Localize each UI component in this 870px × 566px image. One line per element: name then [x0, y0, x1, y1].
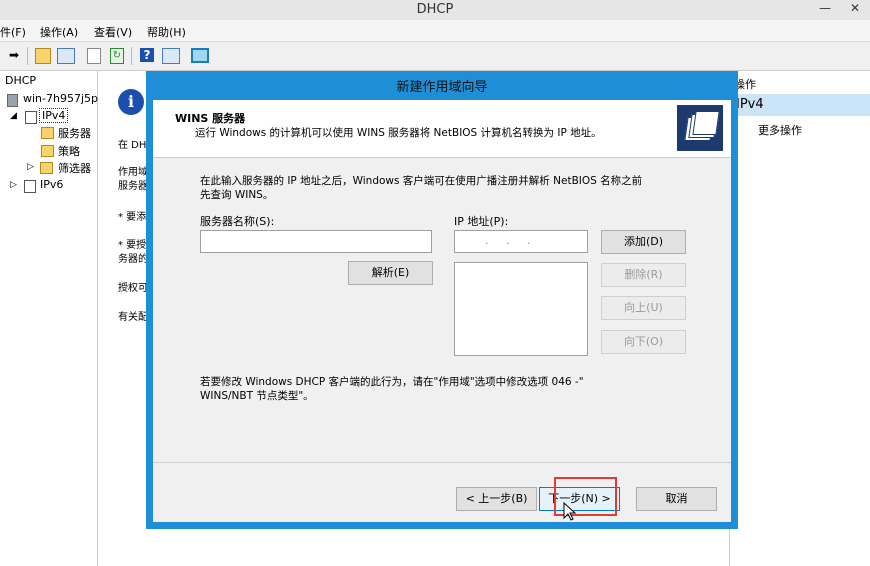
toolbar: ➡ ↻ ? — [0, 42, 870, 71]
wizard-folders-icon — [677, 105, 723, 151]
filters-icon — [40, 162, 53, 174]
ip-address-label: IP 地址(P): — [454, 215, 509, 228]
content-line: 授权可 — [118, 283, 148, 294]
ipv4-icon — [25, 111, 37, 124]
tree-ipv6[interactable]: IPv6 — [40, 178, 63, 191]
note-line2: WINS/NBT 节点类型"。 — [200, 390, 314, 402]
toolbar-divider — [27, 47, 28, 65]
move-up-button[interactable]: 向上(U) — [601, 296, 686, 320]
instruction-line2: 先查询 WINS。 — [200, 189, 274, 201]
menu-file[interactable]: 件(F) — [0, 24, 26, 40]
up-folder-icon[interactable] — [35, 48, 51, 64]
ipv6-icon — [24, 180, 36, 193]
policies-icon — [41, 145, 54, 157]
section-title: WINS 服务器 — [175, 112, 246, 125]
note-line1: 若要修改 Windows DHCP 客户端的此行为，请在"作用域"选项中修改选项… — [200, 376, 584, 388]
tree-filters[interactable]: 筛选器 — [58, 160, 91, 176]
remove-button[interactable]: 删除(R) — [601, 263, 686, 287]
menu-action[interactable]: 操作(A) — [40, 24, 78, 40]
more-actions-link[interactable]: 更多操作 — [758, 122, 802, 138]
toolbar-divider — [131, 47, 132, 65]
server-icon — [7, 94, 18, 107]
forward-arrow-icon[interactable]: ➡ — [5, 46, 23, 64]
actions-pane: 操作 IPv4 更多操作 — [729, 71, 870, 566]
minimize-button[interactable]: — — [810, 0, 840, 18]
close-button[interactable]: ✕ — [840, 0, 870, 18]
actions-selected-label: IPv4 — [736, 97, 764, 112]
ip-address-input[interactable]: . . . — [454, 230, 588, 253]
mouse-cursor-icon — [563, 502, 577, 521]
tree-expand-icon[interactable]: ◢ — [10, 111, 17, 121]
tree-ipv4[interactable]: IPv4 — [39, 108, 69, 123]
menu-help[interactable]: 帮助(H) — [147, 24, 186, 40]
tree-collapse-icon[interactable]: ▷ — [10, 180, 17, 190]
move-down-button[interactable]: 向下(O) — [601, 330, 686, 354]
content-line: 服务器 — [118, 181, 148, 192]
properties-icon[interactable] — [87, 48, 101, 64]
monitor-icon[interactable] — [191, 48, 209, 63]
back-button[interactable]: < 上一步(B) — [456, 487, 537, 511]
content-line: 作用域 — [118, 167, 148, 178]
console-tree-icon[interactable] — [57, 48, 75, 64]
app-title: DHCP — [416, 2, 454, 17]
footer-divider — [153, 462, 731, 463]
content-line: 在 DH — [118, 140, 147, 151]
menu-view[interactable]: 查看(V) — [94, 24, 132, 40]
content-line: 有关配 — [118, 312, 148, 323]
content-line: 务器的 — [118, 254, 148, 265]
content-line: * 要授 — [118, 240, 147, 251]
dialog-header: WINS 服务器 运行 Windows 的计算机可以使用 WINS 服务器将 N… — [153, 100, 731, 158]
info-icon: i — [118, 89, 144, 115]
instruction-line1: 在此输入服务器的 IP 地址之后，Windows 客户端可在使用广播注册并解析 … — [200, 175, 643, 187]
dialog-title: 新建作用域向导 — [396, 80, 488, 95]
dialog-body: WINS 服务器 运行 Windows 的计算机可以使用 WINS 服务器将 N… — [153, 100, 731, 522]
actions-selected-row[interactable]: IPv4 — [730, 94, 870, 116]
tree-server-options[interactable]: 服务器 — [58, 125, 91, 141]
new-scope-wizard-dialog: 新建作用域向导 WINS 服务器 运行 Windows 的计算机可以使用 WIN… — [146, 71, 738, 529]
section-subtitle: 运行 Windows 的计算机可以使用 WINS 服务器将 NetBIOS 计算… — [195, 127, 602, 139]
menu-bar: 件(F) 操作(A) 查看(V) 帮助(H) — [0, 20, 870, 42]
console-tree: DHCP win-7h957j5p ◢ IPv4 服务器 策略 ▷ 筛选器 ▷ … — [0, 71, 98, 566]
tree-root-dhcp[interactable]: DHCP — [5, 74, 36, 87]
tree-policies[interactable]: 策略 — [58, 143, 80, 159]
server-options-icon — [41, 127, 54, 139]
tree-server[interactable]: win-7h957j5p — [23, 92, 98, 105]
add-button[interactable]: 添加(D) — [601, 230, 686, 254]
server-name-input[interactable] — [200, 230, 432, 253]
server-name-label: 服务器名称(S): — [200, 215, 275, 228]
help-icon[interactable]: ? — [140, 48, 154, 62]
cancel-button[interactable]: 取消 — [636, 487, 717, 511]
resolve-button[interactable]: 解析(E) — [348, 261, 433, 285]
tree-collapse-icon[interactable]: ▷ — [27, 162, 34, 172]
action-pane-icon[interactable] — [162, 48, 180, 64]
refresh-icon[interactable]: ↻ — [110, 48, 124, 64]
content-line: * 要添 — [118, 212, 147, 223]
ip-address-list[interactable] — [454, 262, 588, 356]
